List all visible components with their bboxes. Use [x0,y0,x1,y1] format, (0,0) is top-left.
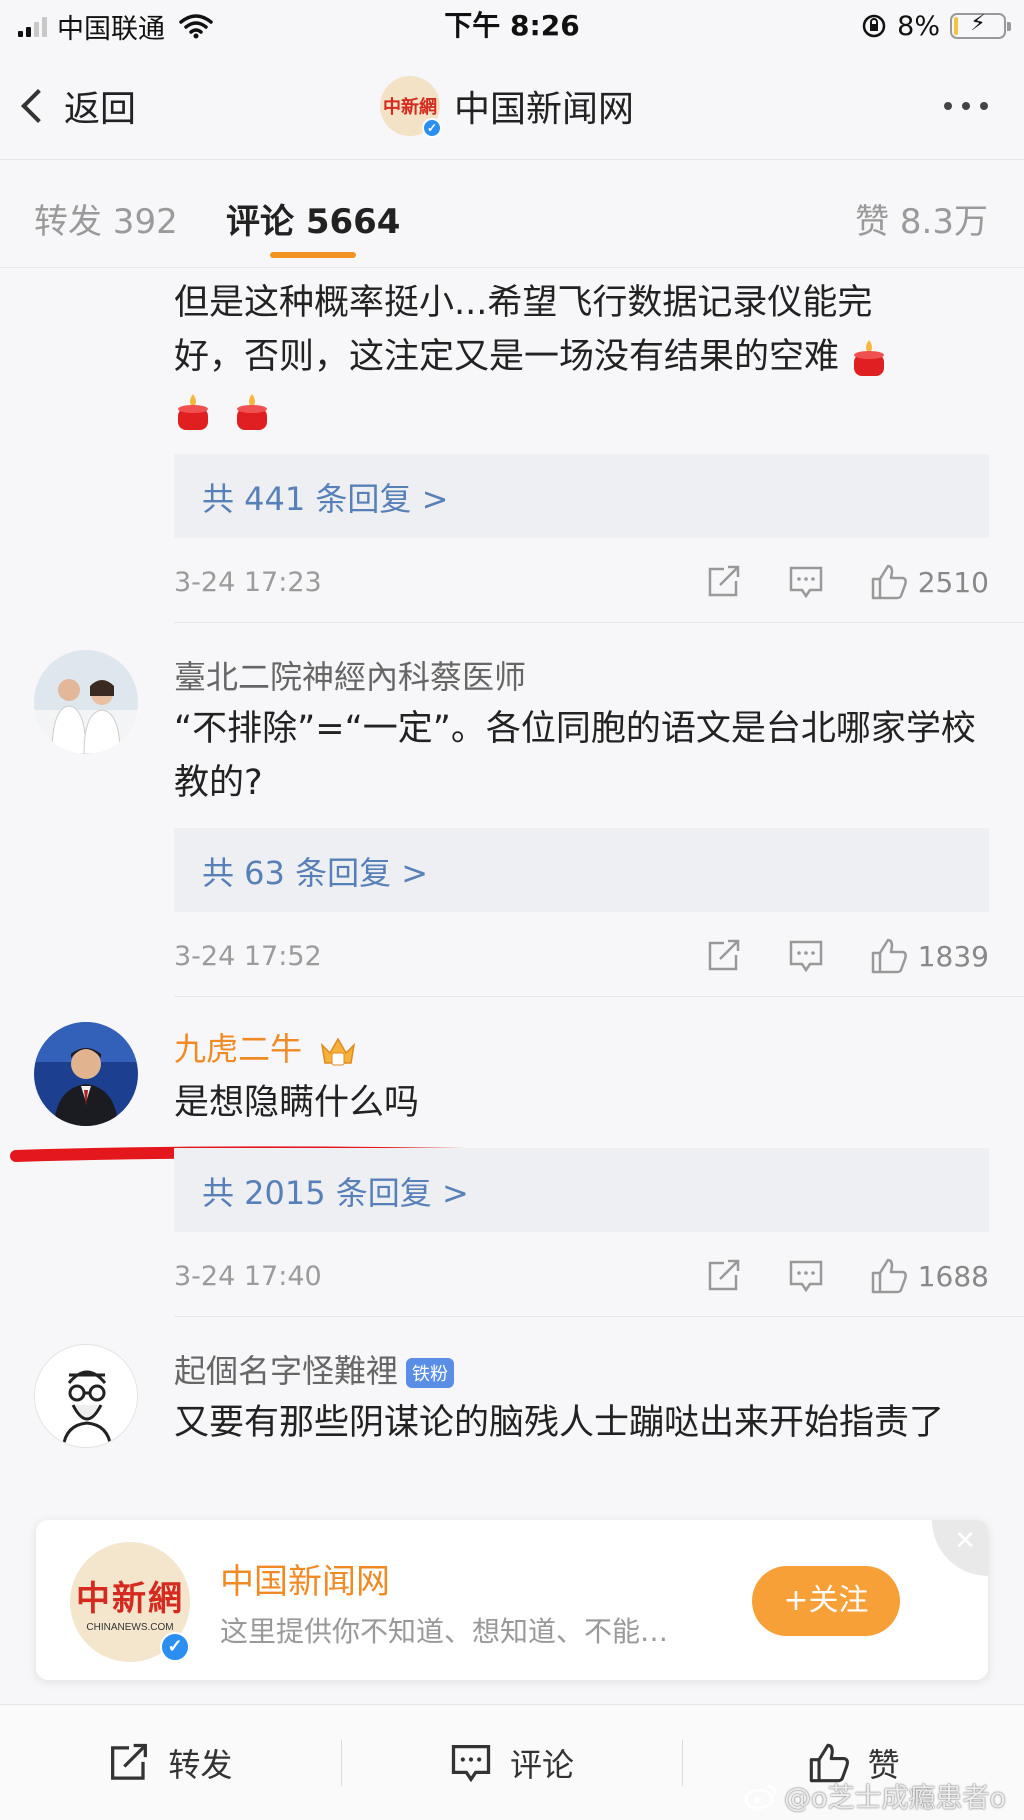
reply-count-link[interactable]: 共 63 条回复 > [174,828,989,912]
thumbs-up-icon [871,564,907,600]
thumbs-up-icon [871,938,907,974]
back-label: 返回 [64,89,137,130]
comment-label: 评论 [510,1745,575,1784]
repost-button[interactable]: 转发 [0,1740,341,1786]
username[interactable]: 九虎二牛 [174,1024,358,1070]
tab-comment[interactable]: 评论 5664 [226,194,400,243]
like-button[interactable]: 2510 [870,564,989,600]
card-description: 这里提供你不知道、想知道、不能… [220,1615,669,1648]
fan-badge: 铁粉 [406,1358,455,1388]
follow-card[interactable]: 中新網 CHINANEWS.COM ✓ 中国新闻网 这里提供你不知道、想知道、不… [36,1520,988,1680]
reply-icon[interactable] [788,939,824,973]
like-count: 2510 [917,565,989,599]
like-count: 1688 [917,1259,989,1293]
candle-emoji-icon [854,340,885,376]
username[interactable]: 起個名字怪難裡 铁粉 [174,1346,455,1392]
comment-button[interactable]: 评论 [342,1740,683,1786]
close-icon[interactable]: ✕ [932,1520,988,1576]
card-account-name: 中国新闻网 [220,1562,390,1602]
repost-label: 转发 [168,1745,233,1784]
divider [174,996,1024,997]
reply-count-link[interactable]: 共 441 条回复 > [174,454,989,538]
account-name: 中国新闻网 [454,89,635,130]
account-logo: 中新網 CHINANEWS.COM ✓ [70,1542,190,1662]
battery-icon: ⚡ [950,11,1011,39]
comment-meta: 3-24 17:23 2510 [174,562,989,602]
comment-time: 3-24 17:40 [174,1260,322,1292]
like-button[interactable]: 1839 [870,938,989,974]
like-button[interactable]: 1688 [870,1258,989,1294]
weibo-logo-icon [744,1784,777,1809]
reply-count-link[interactable]: 共 2015 条回复 > [174,1148,989,1232]
avatar[interactable] [34,650,138,754]
comment-time: 3-24 17:52 [174,940,322,972]
username[interactable]: 臺北二院神經內科蔡医师 [174,652,526,698]
verified-icon: ✓ [160,1632,190,1662]
avatar[interactable] [34,1022,138,1126]
active-tab-indicator [270,252,356,258]
divider [174,622,1024,623]
divider [174,1316,1024,1317]
logo-text: 中新網 [383,97,437,118]
share-icon[interactable] [706,565,742,599]
reply-icon[interactable] [788,1259,824,1293]
watermark-text: @o芝士成瘾患者o [783,1783,1006,1814]
account-header[interactable]: 中新網 ✓ 中国新闻网 [380,76,635,138]
thumbs-up-icon [871,1258,907,1294]
comment-icon [451,1744,491,1782]
chevron-left-icon [21,89,55,123]
logo-text: 中新網 [76,1579,184,1619]
comment-time: 3-24 17:23 [174,566,322,598]
comment-text: 是想隐瞒什么吗 [174,1083,420,1123]
logo-subtext: CHINANEWS.COM [86,1622,174,1633]
comment-text: 又要有那些阴谋论的脑残人士蹦哒出来开始指责了 [174,1403,945,1443]
like-count: 1839 [917,939,989,973]
back-button[interactable]: 返回 [21,80,137,132]
comment-text: 但是这种概率挺小...希望飞行数据记录仪能完 好，否则，这注定又是一场没有结果的… [174,276,984,438]
share-icon[interactable] [706,1259,742,1293]
share-icon [111,1743,148,1780]
more-options-icon[interactable] [944,102,988,110]
crown-badge-icon [321,1037,356,1066]
share-icon[interactable] [706,939,742,973]
tab-repost[interactable]: 转发 392 [34,194,178,243]
watermark: @o芝士成瘾患者o [744,1776,1006,1815]
verified-icon: ✓ [422,118,442,138]
comment-meta: 3-24 17:40 1688 [174,1256,989,1296]
comment-text: “不排除”=“一定”。各位同胞的语文是台北哪家学校教的? [174,709,976,803]
candle-emoji-icon [237,394,268,430]
status-bar: 中国联通 下午 8:26 8% ⚡ [0,0,1024,52]
follow-button[interactable]: +关注 [752,1566,900,1636]
avatar[interactable] [34,1344,138,1448]
tab-like[interactable]: 赞 8.3万 [855,194,988,243]
account-avatar: 中新網 ✓ [380,76,442,138]
reply-icon[interactable] [788,565,824,599]
candle-emoji-icon [178,394,208,430]
tab-bar: 转发 392 评论 5664 赞 8.3万 [0,160,1024,268]
nav-bar: 返回 中新網 ✓ 中国新闻网 [0,52,1024,160]
comment-meta: 3-24 17:52 1839 [174,936,989,976]
status-time: 下午 8:26 [444,9,580,42]
